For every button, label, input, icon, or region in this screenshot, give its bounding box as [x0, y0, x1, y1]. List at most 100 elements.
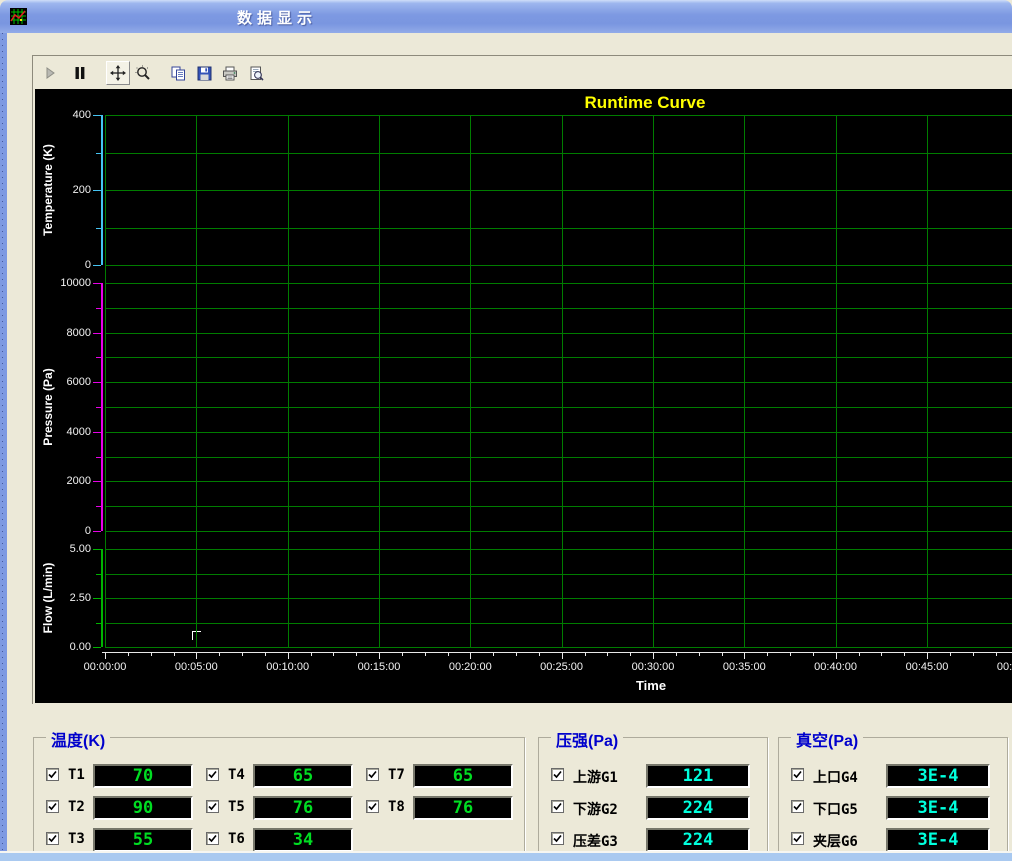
zoom-button[interactable] — [132, 62, 154, 84]
checkbox-T6[interactable] — [206, 832, 219, 845]
runtime-chart[interactable]: Runtime Curve Time 4002000Temperature (K… — [35, 89, 1012, 703]
x-major-tick — [653, 652, 654, 659]
horizontal-gridline — [105, 432, 1012, 433]
horizontal-gridline — [105, 190, 1012, 191]
x-major-tick — [196, 652, 197, 659]
app-icon — [10, 8, 27, 25]
y-tick — [96, 308, 101, 309]
groupbox-title: 压强(Pa) — [551, 727, 623, 751]
value-display-压差G3: 224 — [646, 828, 750, 852]
y-tick-label: 0.00 — [39, 641, 91, 654]
field-label-上游G1: 上游G1 — [573, 767, 618, 787]
x-minor-tick — [128, 652, 129, 656]
value-display-下口G5: 3E-4 — [886, 796, 990, 820]
x-major-tick — [744, 652, 745, 659]
save-button[interactable] — [193, 62, 215, 84]
x-minor-tick — [356, 652, 357, 656]
save-icon — [197, 66, 212, 81]
x-minor-tick — [973, 652, 974, 656]
checkbox-上口G4[interactable] — [791, 768, 804, 781]
groupbox-title: 真空(Pa) — [791, 727, 863, 751]
y-tick — [96, 574, 101, 575]
field-row-下口G5: 下口G5 3E-4 — [779, 796, 1007, 820]
pan-button[interactable] — [106, 61, 130, 85]
y-tick — [93, 190, 101, 191]
chart-title: Runtime Curve — [545, 93, 745, 113]
title-bar[interactable]: 数据显示 — [0, 0, 1012, 33]
x-minor-tick — [311, 652, 312, 656]
window-border-left — [0, 33, 7, 861]
horizontal-gridline — [105, 574, 1012, 575]
checkbox-T8[interactable] — [366, 800, 379, 813]
play-button[interactable] — [39, 62, 61, 84]
y-tick — [93, 432, 101, 433]
vertical-gridline — [653, 115, 654, 647]
y-axis-pressure — [101, 283, 103, 531]
x-minor-tick — [859, 652, 860, 656]
checkbox-下游G2[interactable] — [551, 800, 564, 813]
x-tick-label: 00:25:00 — [527, 661, 597, 673]
y-tick — [93, 283, 101, 284]
horizontal-gridline — [105, 481, 1012, 482]
x-minor-tick — [699, 652, 700, 656]
checkbox-压差G3[interactable] — [551, 832, 564, 845]
field-label-下口G5: 下口G5 — [813, 799, 858, 819]
groupbox-title: 温度(K) — [46, 727, 110, 751]
field-label-上口G4: 上口G4 — [813, 767, 858, 787]
y-axis-flow — [101, 549, 103, 647]
pause-button[interactable] — [69, 62, 91, 84]
preview-button[interactable] — [245, 62, 267, 84]
print-button[interactable] — [219, 62, 241, 84]
zoom-icon — [135, 65, 151, 81]
x-minor-tick — [950, 652, 951, 656]
x-tick-label: 00:10:00 — [253, 661, 323, 673]
y-tick — [96, 457, 101, 458]
vertical-gridline — [470, 115, 471, 647]
x-minor-tick — [722, 652, 723, 656]
vertical-gridline — [744, 115, 745, 647]
y-tick — [93, 115, 101, 116]
copy-button[interactable] — [167, 62, 189, 84]
x-minor-tick — [790, 652, 791, 656]
horizontal-gridline — [105, 382, 1012, 383]
y-tick — [93, 382, 101, 383]
x-tick-label: 00:00:00 — [70, 661, 140, 673]
vertical-gridline — [379, 115, 380, 647]
field-label-下游G2: 下游G2 — [573, 799, 618, 819]
x-tick-label: 00:20:00 — [435, 661, 505, 673]
x-minor-tick — [607, 652, 608, 656]
value-display-上口G4: 3E-4 — [886, 764, 990, 788]
vertical-gridline — [105, 115, 106, 647]
play-icon — [43, 66, 57, 80]
x-minor-tick — [493, 652, 494, 656]
y-axis-title-pressure: Pressure (Pa) — [41, 368, 55, 445]
x-minor-tick — [630, 652, 631, 656]
x-minor-tick — [448, 652, 449, 656]
x-minor-tick — [676, 652, 677, 656]
vertical-gridline — [836, 115, 837, 647]
checkbox-T7[interactable] — [366, 768, 379, 781]
field-row-夹层G6: 夹层G63E-4 — [779, 828, 1007, 852]
y-tick-label: 10000 — [39, 277, 91, 290]
y-tick-label: 0 — [39, 259, 91, 272]
field-row-T6: T634 — [34, 828, 524, 852]
field-label-夹层G6: 夹层G6 — [813, 831, 858, 851]
checkbox-夹层G6[interactable] — [791, 832, 804, 845]
horizontal-gridline — [105, 333, 1012, 334]
x-minor-tick — [425, 652, 426, 656]
preview-icon — [249, 66, 264, 81]
y-tick — [93, 549, 101, 550]
y-tick — [96, 153, 101, 154]
chart-toolbar — [35, 57, 1012, 89]
checkbox-下口G5[interactable] — [791, 800, 804, 813]
groupbox-0: 温度(K)T170T290T355T465T576T634T765T876 — [33, 737, 525, 861]
x-minor-tick — [402, 652, 403, 656]
y-tick-label: 0 — [39, 525, 91, 538]
checkbox-上游G1[interactable] — [551, 768, 564, 781]
value-display-上游G1: 121 — [646, 764, 750, 788]
field-row-下游G2: 下游G2224 — [539, 796, 767, 820]
field-row-T7: T765 — [34, 764, 524, 788]
copy-icon — [171, 66, 186, 81]
x-major-tick — [379, 652, 380, 659]
y-tick — [96, 228, 101, 229]
